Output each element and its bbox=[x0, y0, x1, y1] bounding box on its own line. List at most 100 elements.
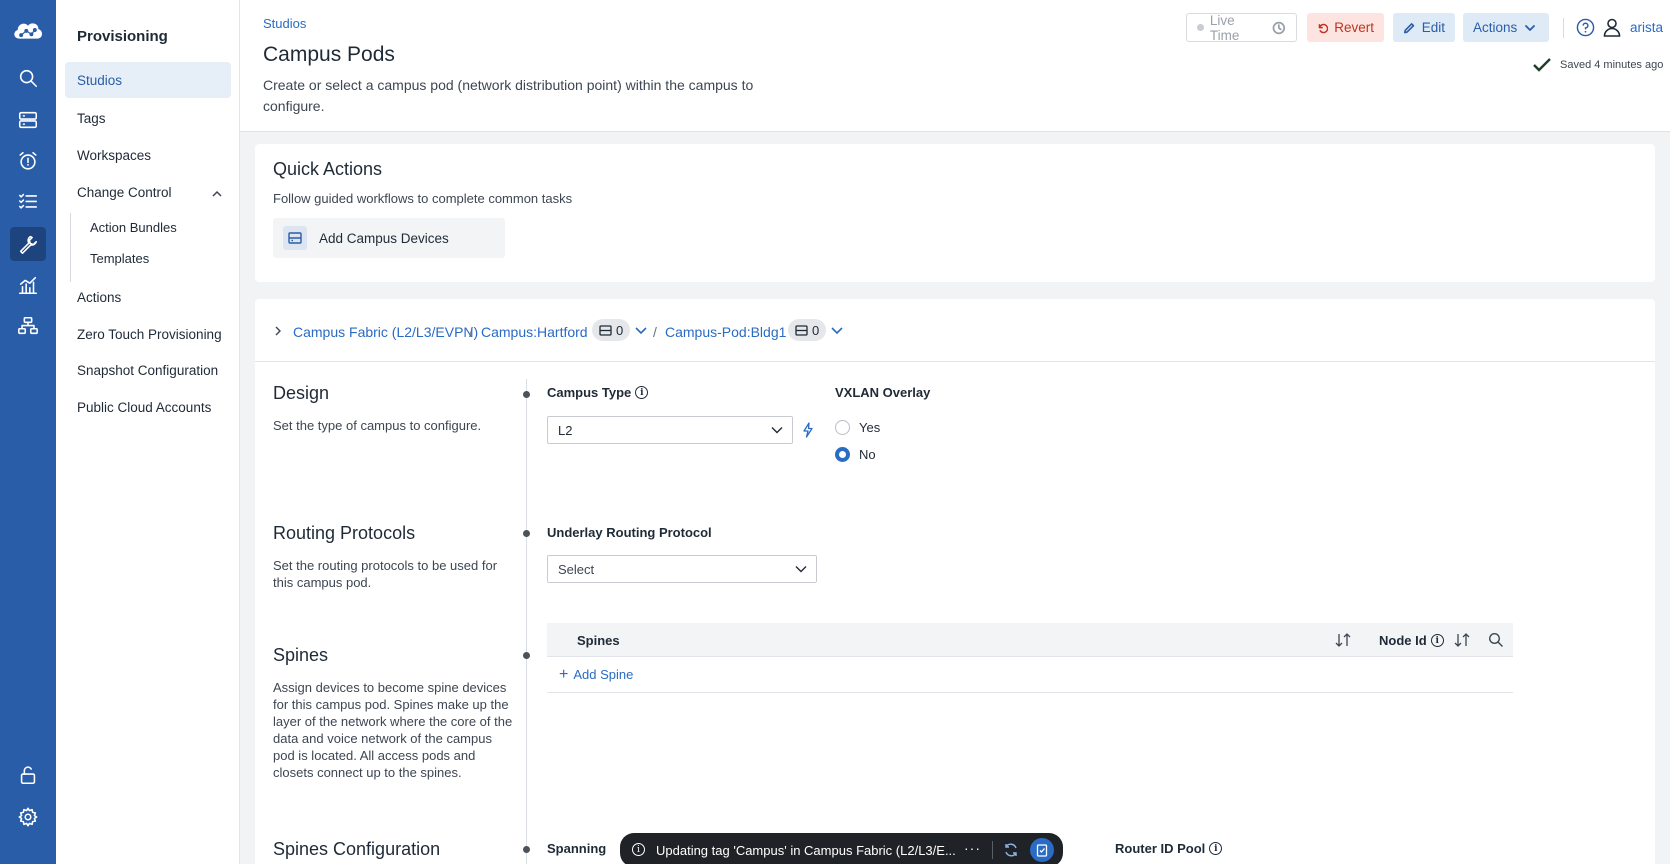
nav-item-studios[interactable]: Studios bbox=[77, 73, 122, 88]
chevron-down-icon bbox=[771, 427, 783, 434]
path-separator: / bbox=[653, 324, 657, 340]
add-spine-button[interactable]: + Add Spine bbox=[559, 666, 634, 683]
spines-table: Spines Node Id i + Add Spine bbox=[547, 623, 1513, 693]
unlock-icon[interactable] bbox=[10, 758, 46, 792]
vxlan-no-radio[interactable]: No bbox=[835, 447, 876, 462]
nav-item-zero-touch-provisioning[interactable]: Zero Touch Provisioning bbox=[77, 327, 222, 342]
pod-device-count-badge: 0 bbox=[788, 319, 827, 341]
checkmark-icon bbox=[1533, 58, 1551, 72]
spines-table-add-row: + Add Spine bbox=[547, 657, 1513, 693]
info-icon[interactable]: i bbox=[635, 386, 649, 399]
nav-item-actions[interactable]: Actions bbox=[77, 290, 121, 305]
timeline-dot bbox=[523, 846, 530, 853]
vxlan-yes-radio[interactable]: Yes bbox=[835, 420, 880, 435]
user-name[interactable]: arista bbox=[1630, 20, 1663, 35]
path-campus-fabric[interactable]: Campus Fabric (L2/L3/EVPN) bbox=[293, 324, 478, 340]
vxlan-overlay-label: VXLAN Overlay bbox=[835, 385, 931, 400]
timeline-dot bbox=[523, 391, 530, 398]
column-node-id[interactable]: Node Id i bbox=[1379, 633, 1444, 648]
spanning-tree-label: Spanning bbox=[547, 841, 607, 856]
pencil-icon bbox=[1404, 22, 1415, 33]
campus-type-select[interactable]: L2 bbox=[547, 416, 793, 444]
nav-item-action-bundles[interactable]: Action Bundles bbox=[90, 220, 177, 235]
nav-item-templates[interactable]: Templates bbox=[90, 251, 149, 266]
saved-status-text: Saved 4 minutes ago bbox=[1560, 59, 1664, 71]
chevron-right-icon[interactable] bbox=[273, 326, 283, 336]
info-icon: i bbox=[632, 843, 645, 856]
routing-section-description: Set the routing protocols to be used for… bbox=[273, 558, 498, 590]
toast-message: Updating tag 'Campus' in Campus Fabric (… bbox=[656, 843, 956, 858]
cloud-logo-icon[interactable] bbox=[8, 13, 48, 47]
underlay-routing-select[interactable]: Select bbox=[547, 555, 817, 583]
page-header: Studios Campus Pods Create or select a c… bbox=[240, 0, 1670, 132]
plus-icon: + bbox=[559, 666, 569, 683]
wrench-icon[interactable] bbox=[10, 227, 46, 261]
sort-icon[interactable] bbox=[1334, 632, 1352, 648]
devices-icon[interactable] bbox=[10, 103, 46, 137]
campus-type-label-text: Campus Type bbox=[547, 385, 632, 400]
design-section-description: Set the type of campus to configure. bbox=[273, 418, 482, 433]
routing-section-title: Routing Protocols bbox=[273, 523, 416, 543]
add-spine-label: Add Spine bbox=[573, 667, 634, 682]
search-icon[interactable] bbox=[1488, 632, 1504, 648]
column-node-id-label: Node Id bbox=[1379, 633, 1427, 648]
nav-item-public-cloud-accounts[interactable]: Public Cloud Accounts bbox=[77, 400, 211, 415]
hierarchy-path-bar: Campus Fabric (L2/L3/EVPN) / Campus:Hart… bbox=[255, 299, 1655, 362]
info-icon[interactable]: i bbox=[1430, 634, 1444, 647]
timeline-dot bbox=[523, 530, 530, 537]
page-description: Create or select a campus pod (network d… bbox=[263, 77, 754, 114]
spines-config-section-title: Spines Configuration bbox=[273, 839, 441, 859]
breadcrumb[interactable]: Studios bbox=[263, 16, 306, 31]
checklist-icon[interactable] bbox=[10, 184, 46, 218]
alarm-icon[interactable] bbox=[10, 144, 46, 178]
refresh-icon[interactable] bbox=[1003, 842, 1019, 858]
column-spines[interactable]: Spines bbox=[577, 633, 620, 648]
nav-item-workspaces[interactable]: Workspaces bbox=[77, 148, 151, 163]
gear-icon[interactable] bbox=[10, 800, 46, 834]
header-divider bbox=[1563, 18, 1564, 38]
nav-item-snapshot-configuration[interactable]: Snapshot Configuration bbox=[77, 363, 218, 378]
spines-section-description: Assign devices to become spine devices f… bbox=[273, 680, 513, 780]
chevron-down-icon bbox=[795, 566, 807, 573]
campus-device-count: 0 bbox=[616, 322, 624, 338]
underlay-routing-label: Underlay Routing Protocol bbox=[547, 525, 712, 540]
help-icon[interactable] bbox=[1576, 18, 1595, 37]
revert-label: Revert bbox=[1334, 20, 1374, 35]
icon-rail bbox=[0, 0, 56, 864]
chevron-down-icon[interactable] bbox=[634, 326, 648, 336]
sort-icon[interactable] bbox=[1453, 632, 1471, 648]
actions-dropdown-button[interactable]: Actions bbox=[1463, 13, 1549, 42]
user-icon[interactable] bbox=[1602, 17, 1622, 37]
dashboard-chart-icon[interactable] bbox=[10, 268, 46, 302]
device-icon bbox=[599, 324, 612, 336]
radio-circle bbox=[835, 420, 850, 435]
clipboard-check-icon[interactable] bbox=[1030, 838, 1054, 862]
nav-item-tags[interactable]: Tags bbox=[77, 111, 106, 126]
live-status-dot bbox=[1197, 24, 1204, 31]
search-icon[interactable] bbox=[10, 61, 46, 95]
edit-button[interactable]: Edit bbox=[1393, 13, 1455, 42]
chevron-up-icon[interactable] bbox=[210, 187, 224, 201]
lightning-bolt-icon[interactable] bbox=[801, 422, 815, 438]
topology-icon[interactable] bbox=[10, 309, 46, 343]
edit-label: Edit bbox=[1421, 20, 1445, 35]
page-title: Campus Pods bbox=[263, 43, 395, 66]
device-icon bbox=[795, 324, 808, 336]
clock-icon bbox=[1272, 21, 1286, 34]
chevron-down-icon[interactable] bbox=[830, 326, 844, 336]
revert-button[interactable]: Revert bbox=[1307, 13, 1384, 42]
campus-type-label: Campus Type i bbox=[547, 385, 649, 400]
actions-label: Actions bbox=[1473, 20, 1518, 35]
more-options-icon[interactable]: ··· bbox=[964, 840, 981, 856]
subnav-divider bbox=[70, 213, 71, 282]
live-time-button[interactable]: Live Time bbox=[1186, 13, 1297, 43]
path-campus[interactable]: Campus:Hartford bbox=[481, 324, 588, 340]
campus-device-count-badge: 0 bbox=[592, 319, 631, 341]
info-icon[interactable]: i bbox=[1209, 842, 1223, 855]
nav-item-change-control[interactable]: Change Control bbox=[77, 185, 172, 200]
path-campus-pod[interactable]: Campus-Pod:Bldg1 bbox=[665, 324, 786, 340]
main-content: Studios Campus Pods Create or select a c… bbox=[240, 0, 1670, 864]
saved-status: Saved 4 minutes ago bbox=[1532, 57, 1663, 73]
add-campus-devices-button[interactable]: Add Campus Devices bbox=[273, 218, 505, 258]
section-timeline bbox=[526, 379, 527, 864]
